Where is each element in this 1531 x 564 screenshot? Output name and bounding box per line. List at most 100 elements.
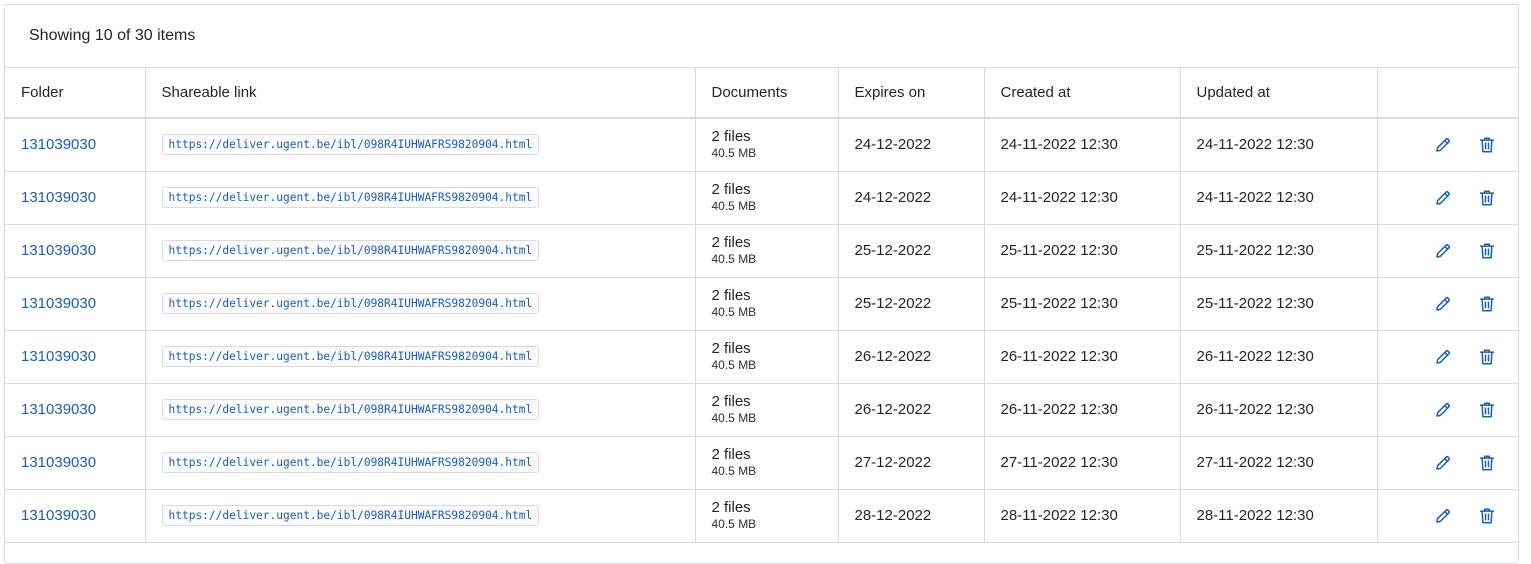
documents-count: 2 files bbox=[711, 287, 751, 304]
shareable-link[interactable]: https://deliver.ugent.be/ibl/098R4IUHWAF… bbox=[161, 399, 540, 420]
delete-button[interactable] bbox=[1475, 239, 1499, 263]
column-header-folder: Folder bbox=[5, 68, 146, 119]
folder-link[interactable]: 131039030 bbox=[21, 136, 96, 153]
folder-link[interactable]: 131039030 bbox=[21, 507, 96, 524]
folder-link[interactable]: 131039030 bbox=[21, 454, 96, 471]
shareable-link-cell: https://deliver.ugent.be/ibl/098R4IUHWAF… bbox=[145, 224, 696, 278]
actions-cell bbox=[1377, 277, 1518, 331]
edit-button[interactable] bbox=[1431, 504, 1455, 528]
edit-button[interactable] bbox=[1431, 292, 1455, 316]
folder-cell: 131039030 bbox=[5, 330, 146, 384]
folder-link[interactable]: 131039030 bbox=[21, 401, 96, 418]
delete-button[interactable] bbox=[1475, 504, 1499, 528]
delete-button[interactable] bbox=[1475, 292, 1499, 316]
pencil-icon bbox=[1435, 243, 1450, 258]
table-row: 131039030 https://deliver.ugent.be/ibl/0… bbox=[5, 436, 1518, 490]
shareable-link[interactable]: https://deliver.ugent.be/ibl/098R4IUHWAF… bbox=[161, 293, 540, 314]
folder-link[interactable]: 131039030 bbox=[21, 242, 96, 259]
edit-button[interactable] bbox=[1431, 239, 1455, 263]
column-header-updated-at: Updated at bbox=[1180, 68, 1378, 119]
expires-on-cell: 24-12-2022 bbox=[838, 118, 985, 172]
documents-count: 2 files bbox=[711, 234, 751, 251]
folder-cell: 131039030 bbox=[5, 224, 146, 278]
expires-on-cell: 26-12-2022 bbox=[838, 330, 985, 384]
column-header-expires-on: Expires on bbox=[838, 68, 985, 119]
expires-on-cell: 25-12-2022 bbox=[838, 277, 985, 331]
row-actions bbox=[1394, 133, 1503, 157]
documents-size: 40.5 MB bbox=[711, 358, 757, 372]
updated-at-cell: 24-11-2022 12:30 bbox=[1180, 171, 1378, 225]
table-row: 131039030 https://deliver.ugent.be/ibl/0… bbox=[5, 383, 1518, 437]
actions-cell bbox=[1377, 330, 1518, 384]
trash-icon bbox=[1479, 402, 1494, 417]
documents-count: 2 files bbox=[711, 181, 751, 198]
documents-cell: 2 files 40.5 MB bbox=[695, 277, 839, 331]
header-row: Folder Shareable link Documents Expires … bbox=[5, 68, 1518, 119]
shareable-link[interactable]: https://deliver.ugent.be/ibl/098R4IUHWAF… bbox=[161, 452, 540, 473]
row-actions bbox=[1394, 398, 1503, 422]
edit-button[interactable] bbox=[1431, 133, 1455, 157]
pencil-icon bbox=[1435, 508, 1450, 523]
updated-at-cell: 25-11-2022 12:30 bbox=[1180, 224, 1378, 278]
items-summary: Showing 10 of 30 items bbox=[29, 27, 196, 44]
documents-size: 40.5 MB bbox=[711, 464, 757, 478]
trash-icon bbox=[1479, 349, 1494, 364]
edit-button[interactable] bbox=[1431, 451, 1455, 475]
shareable-link[interactable]: https://deliver.ugent.be/ibl/098R4IUHWAF… bbox=[161, 187, 540, 208]
created-at-cell: 25-11-2022 12:30 bbox=[984, 224, 1181, 278]
created-at-cell: 24-11-2022 12:30 bbox=[984, 118, 1181, 172]
updated-at-cell: 25-11-2022 12:30 bbox=[1180, 277, 1378, 331]
pencil-icon bbox=[1435, 349, 1450, 364]
row-actions bbox=[1394, 239, 1503, 263]
shareable-link[interactable]: https://deliver.ugent.be/ibl/098R4IUHWAF… bbox=[161, 346, 540, 367]
shareable-link[interactable]: https://deliver.ugent.be/ibl/098R4IUHWAF… bbox=[161, 240, 540, 261]
edit-button[interactable] bbox=[1431, 186, 1455, 210]
table-row: 131039030 https://deliver.ugent.be/ibl/0… bbox=[5, 171, 1518, 225]
folder-cell: 131039030 bbox=[5, 436, 146, 490]
folder-link[interactable]: 131039030 bbox=[21, 348, 96, 365]
created-at-cell: 26-11-2022 12:30 bbox=[984, 330, 1181, 384]
edit-button[interactable] bbox=[1431, 345, 1455, 369]
pencil-icon bbox=[1435, 402, 1450, 417]
shareable-link[interactable]: https://deliver.ugent.be/ibl/098R4IUHWAF… bbox=[161, 505, 540, 526]
expires-on-cell: 28-12-2022 bbox=[838, 489, 985, 543]
documents-size: 40.5 MB bbox=[711, 517, 757, 531]
row-actions bbox=[1394, 292, 1503, 316]
delete-button[interactable] bbox=[1475, 398, 1499, 422]
delete-button[interactable] bbox=[1475, 451, 1499, 475]
delete-button[interactable] bbox=[1475, 345, 1499, 369]
table-body: 131039030 https://deliver.ugent.be/ibl/0… bbox=[5, 118, 1518, 543]
actions-cell bbox=[1377, 118, 1518, 172]
column-header-documents: Documents bbox=[695, 68, 839, 119]
folder-link[interactable]: 131039030 bbox=[21, 189, 96, 206]
delete-button[interactable] bbox=[1475, 133, 1499, 157]
shareable-link-cell: https://deliver.ugent.be/ibl/098R4IUHWAF… bbox=[145, 436, 696, 490]
edit-button[interactable] bbox=[1431, 398, 1455, 422]
documents-cell: 2 files 40.5 MB bbox=[695, 383, 839, 437]
created-at-cell: 25-11-2022 12:30 bbox=[984, 277, 1181, 331]
documents-size: 40.5 MB bbox=[711, 411, 757, 425]
documents-size: 40.5 MB bbox=[711, 146, 757, 161]
documents-count: 2 files bbox=[711, 128, 751, 146]
table-row: 131039030 https://deliver.ugent.be/ibl/0… bbox=[5, 224, 1518, 278]
table-header: Folder Shareable link Documents Expires … bbox=[5, 68, 1518, 119]
shareable-link[interactable]: https://deliver.ugent.be/ibl/098R4IUHWAF… bbox=[161, 134, 540, 156]
row-actions bbox=[1394, 451, 1503, 475]
actions-cell bbox=[1377, 489, 1518, 543]
table-row: 131039030 https://deliver.ugent.be/ibl/0… bbox=[5, 489, 1518, 543]
items-card: Showing 10 of 30 items Folder Shareable … bbox=[4, 4, 1519, 564]
table-row: 131039030 https://deliver.ugent.be/ibl/0… bbox=[5, 277, 1518, 331]
row-actions bbox=[1394, 345, 1503, 369]
delete-button[interactable] bbox=[1475, 186, 1499, 210]
folder-cell: 131039030 bbox=[5, 383, 146, 437]
actions-cell bbox=[1377, 171, 1518, 225]
folder-link[interactable]: 131039030 bbox=[21, 295, 96, 312]
pencil-icon bbox=[1435, 190, 1450, 205]
trash-icon bbox=[1479, 243, 1494, 258]
updated-at-cell: 26-11-2022 12:30 bbox=[1180, 330, 1378, 384]
row-actions bbox=[1394, 186, 1503, 210]
created-at-cell: 26-11-2022 12:30 bbox=[984, 383, 1181, 437]
documents-count: 2 files bbox=[711, 499, 751, 516]
pencil-icon bbox=[1435, 296, 1450, 311]
created-at-cell: 28-11-2022 12:30 bbox=[984, 489, 1181, 543]
